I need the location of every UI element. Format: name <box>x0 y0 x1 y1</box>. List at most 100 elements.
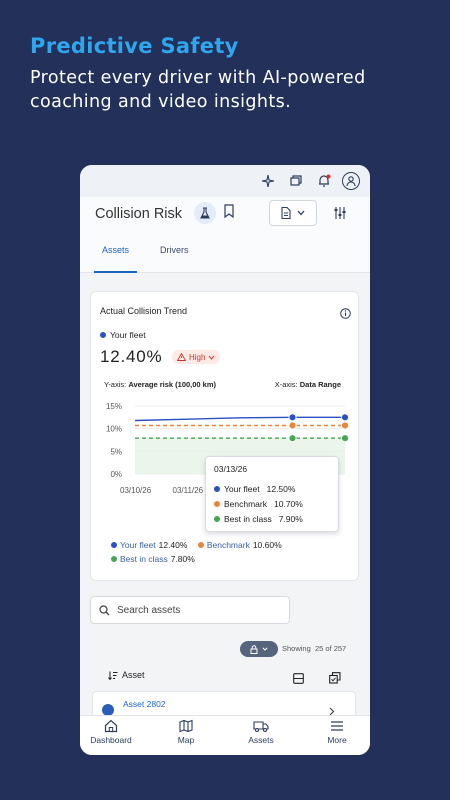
page-title: Collision Risk <box>95 206 183 222</box>
nav-map[interactable]: Map <box>156 719 216 745</box>
legend-item[interactable]: Best in class 7.80% <box>111 552 195 566</box>
legend-label: Your fleet <box>120 540 156 550</box>
lock-filter-button[interactable] <box>240 641 278 657</box>
x-tick-label: 03/11/26 <box>173 486 204 495</box>
y-tick-label: 15% <box>106 402 122 411</box>
y-axis-label: Average risk (100,00 km) <box>128 380 217 389</box>
y-axis-info: Y-axis: Average risk (100,00 km) <box>104 380 216 389</box>
top-bar <box>80 165 370 197</box>
tooltip-date: 03/13/26 <box>214 464 248 474</box>
nav-label: Dashboard <box>90 735 132 745</box>
page-header: Collision Risk <box>80 197 370 237</box>
bottom-navigation: Dashboard Map Assets More <box>80 715 370 755</box>
data-point <box>288 421 297 430</box>
legend-dot <box>214 500 220 507</box>
bell-icon[interactable] <box>315 172 333 190</box>
tooltip-row: Best in class 7.90% <box>214 511 330 526</box>
phone-screen: Collision Risk Assets Drivers Actual Col… <box>80 165 370 755</box>
card-title: Actual Collision Trend <box>100 306 188 316</box>
fleet-dot <box>100 332 106 338</box>
fleet-label-text: Your fleet <box>110 330 146 340</box>
legend-item[interactable]: Benchmark 10.60% <box>197 538 282 552</box>
flask-icon[interactable] <box>194 202 216 224</box>
user-icon[interactable] <box>342 172 360 190</box>
tooltip-row: Your fleet 12.50% <box>214 481 330 496</box>
x-axis-label: Data Range <box>299 380 341 389</box>
tooltip-value: 7.90% <box>278 513 303 524</box>
home-icon <box>104 719 118 733</box>
legend-dot <box>111 542 117 548</box>
series-line <box>134 416 345 422</box>
nav-more[interactable]: More <box>307 719 367 745</box>
legend-item[interactable]: Your fleet 12.40% <box>111 538 187 552</box>
nav-dashboard[interactable]: Dashboard <box>81 719 141 745</box>
tooltip-series: Your fleet <box>224 483 260 494</box>
legend-dot <box>197 542 204 548</box>
copy-icon[interactable] <box>329 671 341 689</box>
legend-dot <box>214 485 220 492</box>
tab-drivers[interactable]: Drivers <box>160 245 189 255</box>
showing-count: Showing 25 of 257 <box>282 644 346 653</box>
status-badge-label: High <box>189 352 206 362</box>
export-button[interactable] <box>269 200 317 226</box>
showing-label: Showing <box>282 644 311 653</box>
status-badge[interactable]: High <box>172 350 221 364</box>
asset-name[interactable]: Asset 2802 <box>123 699 166 709</box>
column-layout-icon[interactable] <box>293 671 304 689</box>
legend-label: Benchmark <box>206 540 250 550</box>
search-assets-input[interactable]: Search assets <box>90 596 290 624</box>
data-point <box>340 421 350 430</box>
lock-icon <box>250 644 258 654</box>
chart-tooltip: 03/13/26 Your fleet 12.50% Benchmark 10.… <box>205 456 339 532</box>
data-point <box>288 413 297 422</box>
info-icon[interactable] <box>340 306 351 324</box>
nav-label: Assets <box>248 735 274 745</box>
search-placeholder: Search assets <box>117 604 181 616</box>
tooltip-row: Benchmark 10.70% <box>214 496 330 511</box>
fleet-label: Your fleet <box>100 330 146 340</box>
data-point <box>340 434 350 443</box>
tab-assets[interactable]: Assets <box>93 245 138 273</box>
document-icon <box>281 207 291 219</box>
chevron-down-icon <box>209 355 215 360</box>
y-tick-label: 10% <box>106 425 122 434</box>
settings-sliders-icon[interactable] <box>333 206 347 225</box>
legend-value: 12.40% <box>158 540 188 550</box>
legend-label: Best in class <box>120 554 168 564</box>
data-point <box>340 413 350 422</box>
nav-assets[interactable]: Assets <box>231 719 291 745</box>
y-axis-prefix: Y-axis: <box>104 380 127 389</box>
y-tick-label: 0% <box>110 470 122 479</box>
chevron-down-icon <box>262 647 268 651</box>
bookmark-icon[interactable] <box>223 204 235 223</box>
windows-icon[interactable] <box>287 172 305 190</box>
asset-column-header[interactable]: Asset <box>108 670 145 680</box>
legend-dot <box>214 515 220 522</box>
nav-label: More <box>327 735 347 745</box>
risk-value: 12.40% <box>100 347 163 366</box>
menu-icon <box>331 721 343 731</box>
promo-subtitle: Protect every driver with AI-powered coa… <box>30 68 366 112</box>
legend-value: 7.80% <box>170 554 195 564</box>
x-tick-label: 03/10/26 <box>120 486 152 495</box>
tab-bar: Assets Drivers <box>80 237 370 273</box>
tooltip-series: Benchmark <box>224 498 267 509</box>
tooltip-value: 10.70% <box>274 498 303 509</box>
sparkle-icon[interactable] <box>259 172 277 190</box>
warning-icon <box>177 353 186 361</box>
x-axis-info: X-axis: Data Range <box>275 380 341 389</box>
x-axis-prefix: X-axis: <box>274 380 298 389</box>
search-icon <box>99 604 110 615</box>
truck-icon <box>253 721 269 733</box>
chart-legend: Your fleet 12.40% Benchmark 10.60% Best … <box>111 538 351 566</box>
legend-dot <box>111 556 117 562</box>
sort-icon <box>108 671 118 680</box>
showing-value: 25 of 257 <box>314 644 347 653</box>
promo-title: Predictive Safety <box>30 34 239 58</box>
legend-value: 10.60% <box>252 540 282 550</box>
content-area: Actual Collision Trend Your fleet 12.40%… <box>80 273 370 721</box>
asset-header-label: Asset <box>122 670 145 680</box>
tooltip-value: 12.50% <box>266 483 296 494</box>
data-point <box>288 434 297 443</box>
chevron-down-icon <box>297 210 305 216</box>
